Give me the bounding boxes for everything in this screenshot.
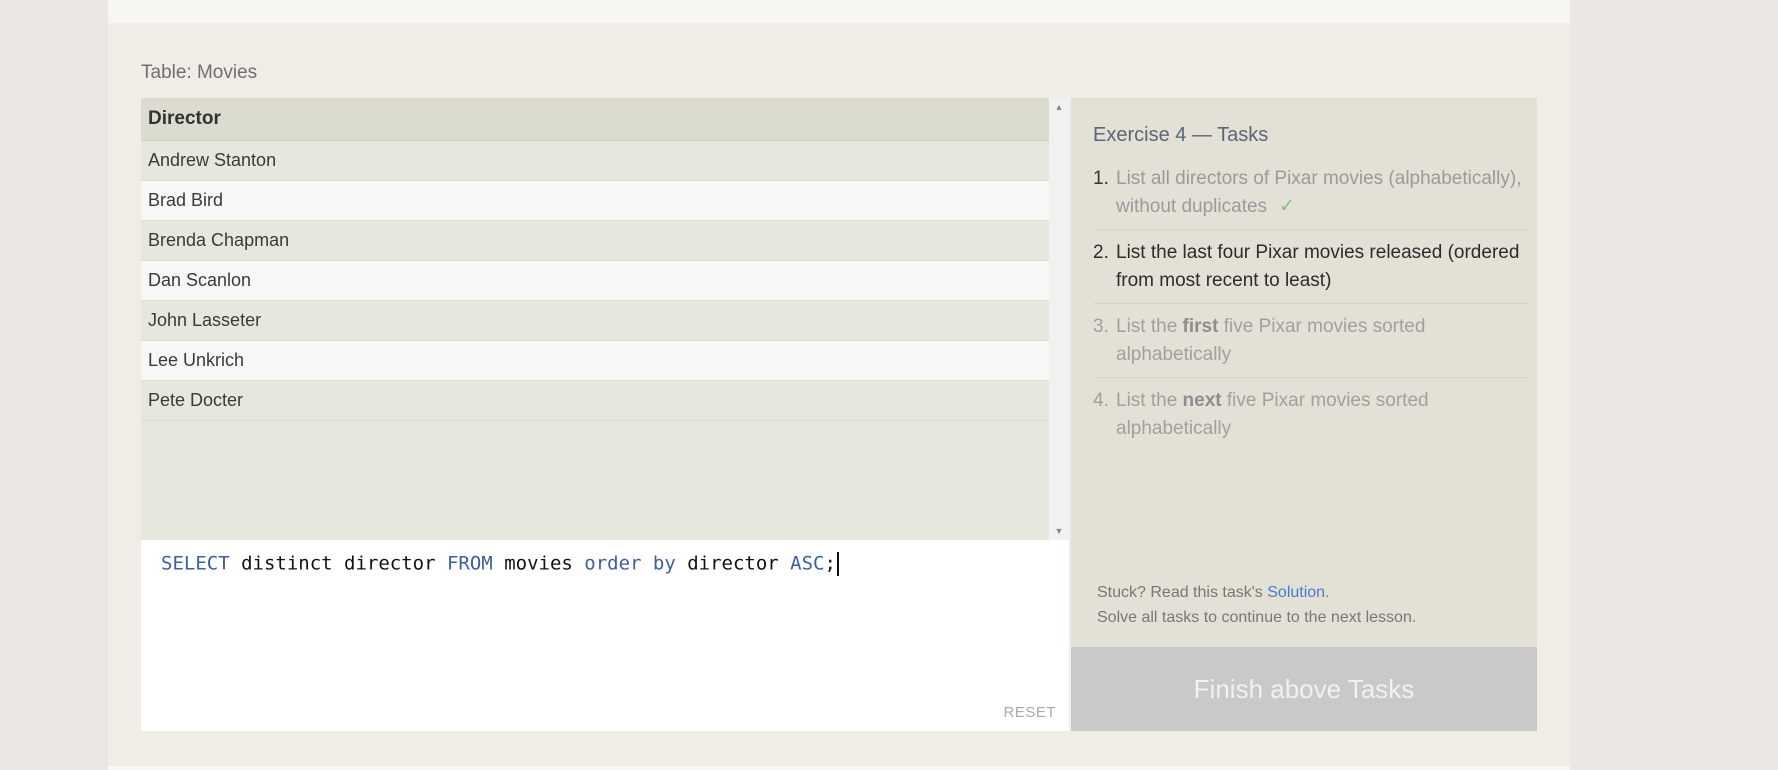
task-item-1: 1. List all directors of Pixar movies (a…	[1093, 165, 1528, 230]
table-caption: Table: Movies	[141, 62, 258, 83]
task-description: List all directors of Pixar movies (alph…	[1116, 168, 1522, 217]
sql-editor[interactable]: SELECT distinct director FROM movies ord…	[141, 540, 1069, 731]
table-row: Dan Scanlon	[141, 261, 1049, 301]
table-row: Pete Docter	[141, 381, 1049, 421]
scroll-down-arrow-icon[interactable]: ▼	[1049, 526, 1069, 536]
task-text: List the next five Pixar movies sorted a…	[1116, 387, 1528, 443]
sql-text: distinct director	[229, 552, 447, 575]
page-bottom-edge	[108, 766, 1570, 770]
reset-button[interactable]: RESET	[1003, 704, 1056, 721]
table-row: Brad Bird	[141, 181, 1049, 221]
continue-text: Solve all tasks to continue to the next …	[1097, 609, 1417, 626]
sql-keyword: ASC	[790, 552, 825, 575]
task-text: List the first five Pixar movies sorted …	[1116, 313, 1528, 369]
table-row: Lee Unkrich	[141, 341, 1049, 381]
solution-link[interactable]: Solution	[1267, 584, 1325, 601]
lesson-text-area	[108, 0, 1570, 23]
stuck-line: Stuck? Read this task's Solution.	[1097, 580, 1416, 605]
column-header-director: Director	[141, 98, 1049, 141]
task-number: 1.	[1093, 168, 1109, 189]
task-number: 2.	[1093, 242, 1109, 263]
checkmark-icon: ✓	[1279, 196, 1295, 217]
task-list: 1. List all directors of Pixar movies (a…	[1093, 165, 1528, 460]
task-number: 3.	[1093, 316, 1109, 337]
tasks-panel: Exercise 4 — Tasks 1. List all directors…	[1071, 98, 1537, 647]
task-text: List all directors of Pixar movies (alph…	[1116, 165, 1528, 221]
scroll-up-arrow-icon[interactable]: ▲	[1049, 102, 1069, 112]
sql-keyword: SELECT	[161, 552, 230, 575]
task-emphasis: next	[1182, 390, 1222, 411]
help-text: Stuck? Read this task's Solution. Solve …	[1097, 580, 1416, 630]
sql-keyword: order by	[584, 552, 676, 575]
task-item-4: 4. List the next five Pixar movies sorte…	[1093, 387, 1528, 451]
stuck-prefix: Stuck? Read this task's	[1097, 584, 1268, 601]
text-cursor	[836, 552, 839, 576]
table-row: Brenda Chapman	[141, 221, 1049, 261]
sql-keyword: FROM	[446, 552, 493, 575]
task-emphasis: first	[1182, 316, 1219, 337]
results-scrollbar[interactable]: ▲ ▼	[1049, 98, 1069, 540]
finish-tasks-button[interactable]: Finish above Tasks	[1071, 647, 1537, 731]
sql-text: director	[675, 552, 791, 575]
lesson-page: Table: Movies Director Andrew Stanton Br…	[108, 0, 1570, 770]
tasks-title: Exercise 4 — Tasks	[1093, 124, 1269, 146]
table-row: Andrew Stanton	[141, 141, 1049, 181]
stuck-suffix: .	[1325, 584, 1330, 601]
sql-text: movies	[492, 552, 585, 575]
sql-query-text[interactable]: SELECT distinct director FROM movies ord…	[161, 552, 839, 576]
results-table: Director Andrew Stanton Brad Bird Brenda…	[141, 98, 1049, 540]
task-number: 4.	[1093, 390, 1109, 411]
task-item-3: 3. List the first five Pixar movies sort…	[1093, 313, 1528, 378]
sql-text: ;	[824, 552, 836, 575]
task-item-2: 2. List the last four Pixar movies relea…	[1093, 239, 1528, 304]
task-description: List the last four Pixar movies released…	[1116, 242, 1520, 291]
task-description-start: List the	[1116, 316, 1183, 337]
task-description-start: List the	[1116, 390, 1183, 411]
table-row: John Lasseter	[141, 301, 1049, 341]
